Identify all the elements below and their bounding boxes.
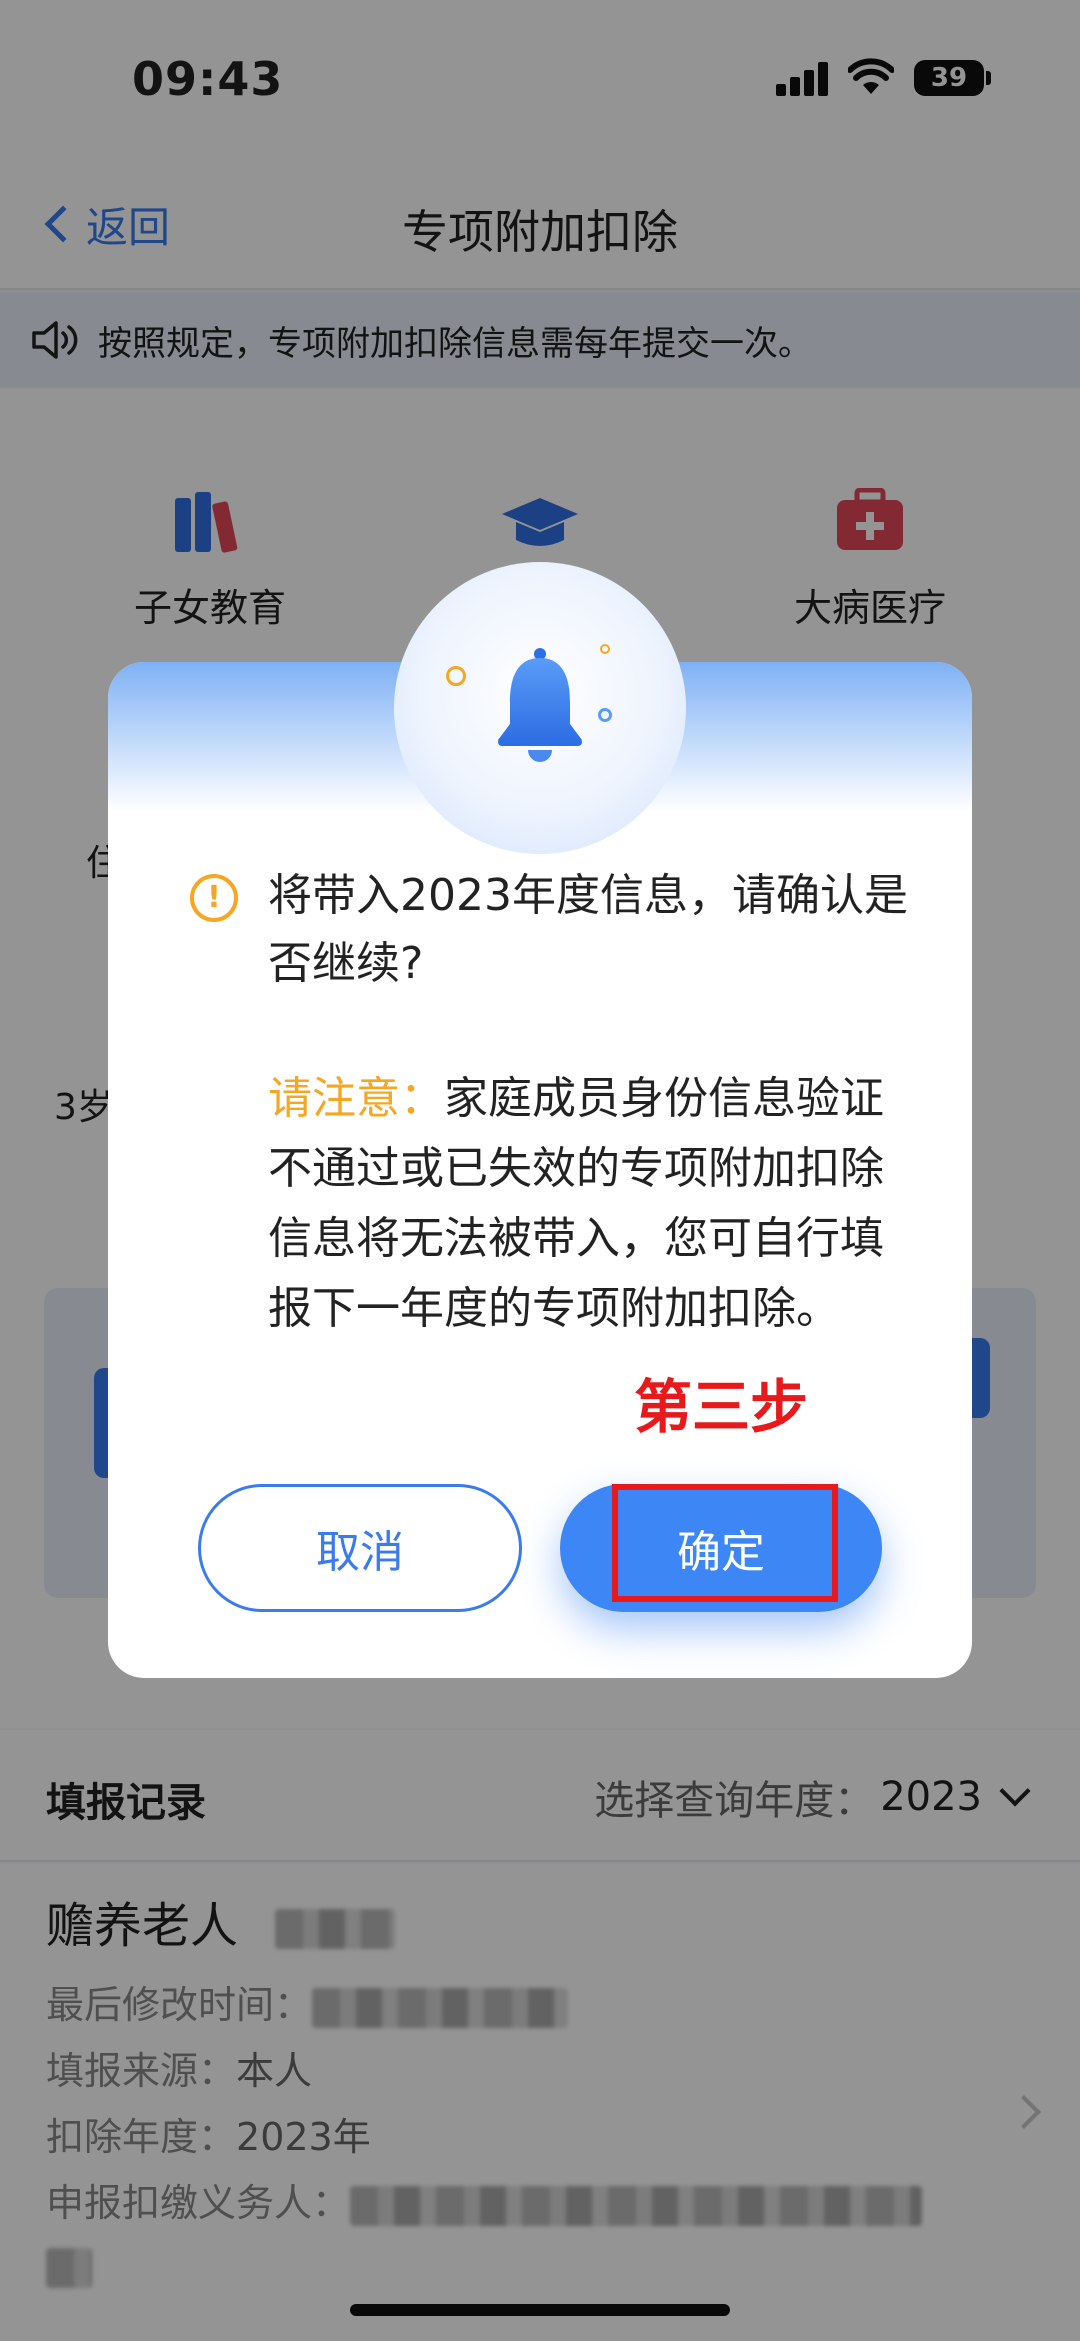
decor-dot — [598, 708, 612, 722]
note-label: 请注意： — [268, 1073, 444, 1124]
annotation-highlight-box — [612, 1484, 838, 1602]
step-annotation: 第三步 — [634, 1373, 809, 1441]
warning-icon: ! — [190, 874, 238, 922]
cancel-button[interactable]: 取消 — [198, 1484, 522, 1612]
bell-icon — [498, 648, 582, 762]
decor-dot — [446, 666, 466, 686]
dialog-message: 将带入2023年度信息，请确认是否继续? — [268, 870, 908, 989]
decor-dot — [600, 644, 610, 654]
dialog-note: 请注意：家庭成员身份信息验证不通过或已失效的专项附加扣除信息将无法被带入，您可自… — [268, 1064, 908, 1344]
